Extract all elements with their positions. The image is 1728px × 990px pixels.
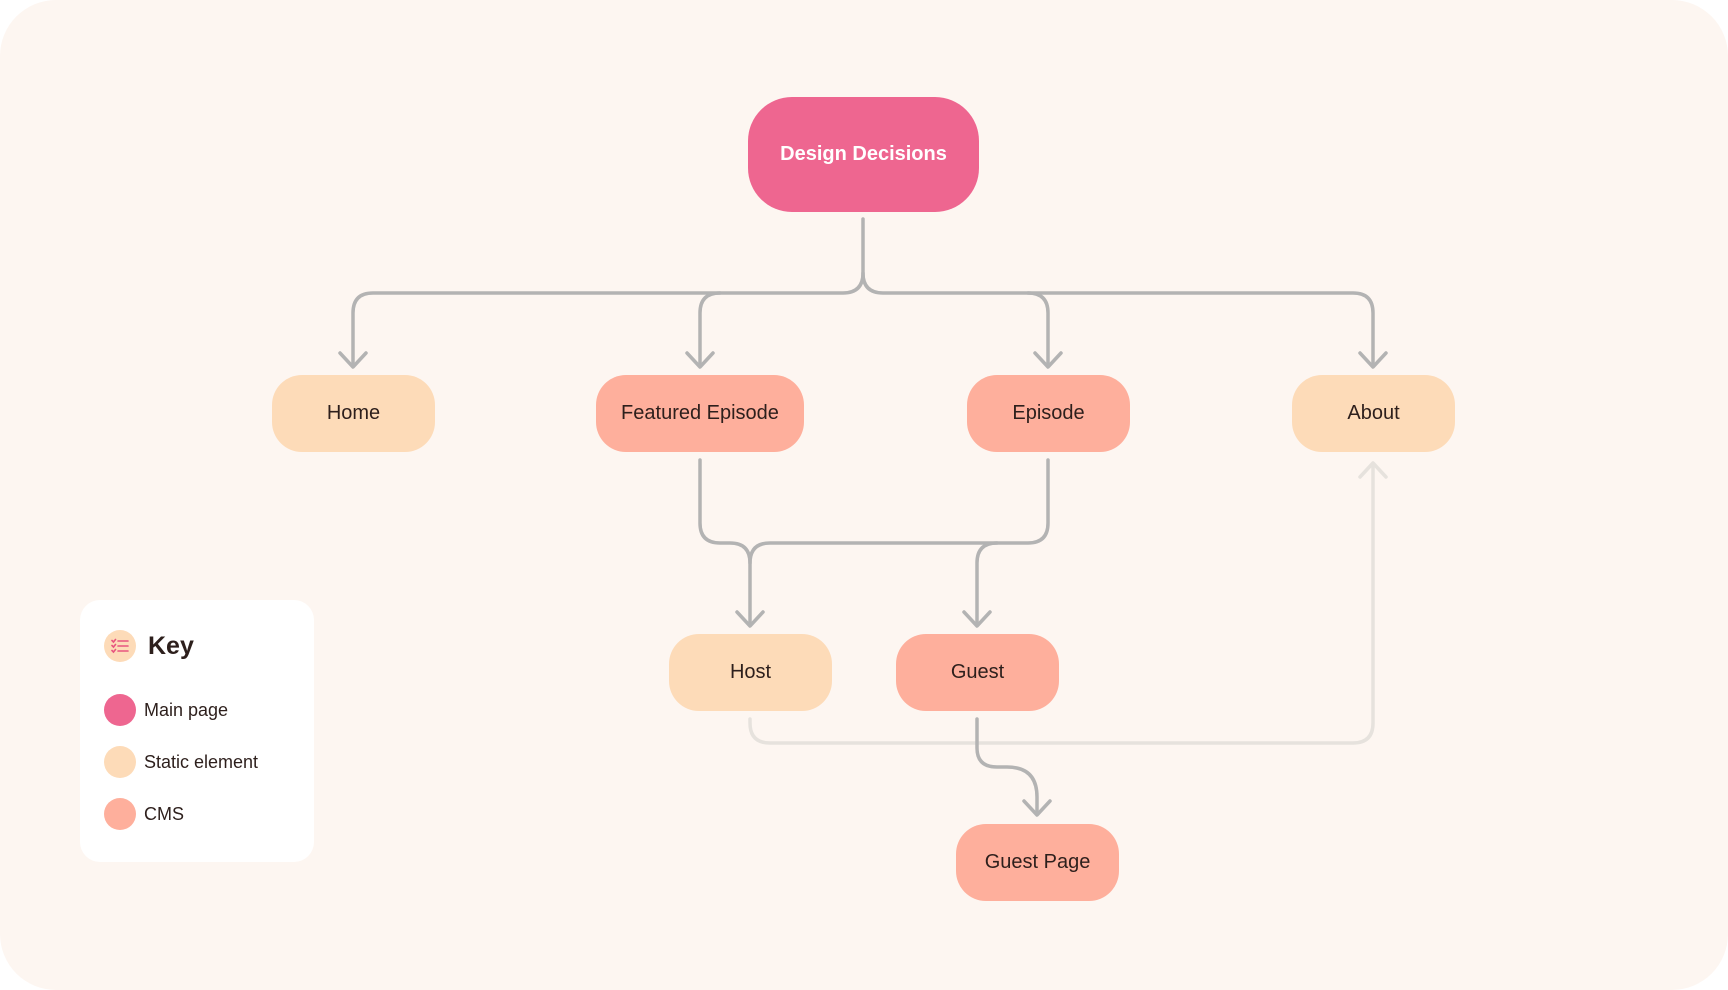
- node-episode[interactable]: Episode: [967, 375, 1130, 452]
- node-label: Guest: [950, 661, 1005, 683]
- legend-label: Static element: [144, 751, 259, 772]
- node-home[interactable]: Home: [272, 375, 435, 452]
- legend-title: Key: [148, 631, 194, 660]
- node-label: Host: [729, 661, 772, 683]
- checklist-icon: [104, 630, 136, 662]
- legend-card: Key Main page Static element CMS: [80, 600, 314, 862]
- node-label: Featured Episode: [621, 402, 779, 424]
- node-label: Guest Page: [984, 851, 1091, 873]
- connector-root-right: [861, 271, 1375, 368]
- node-featured-episode[interactable]: Featured Episode: [596, 375, 804, 452]
- connector-guest-to-guest-page: [975, 717, 1039, 816]
- main-page-swatch: [104, 694, 136, 726]
- legend-header: Key: [104, 630, 194, 662]
- legend-item-cms: CMS: [104, 798, 184, 830]
- node-label: Episode: [1012, 402, 1085, 424]
- node-design-decisions[interactable]: Design Decisions: [748, 97, 979, 212]
- legend-item-main-page: Main page: [104, 694, 228, 726]
- connector-featured-to-host: [698, 458, 752, 627]
- node-guest[interactable]: Guest: [896, 634, 1059, 711]
- diagram-canvas: Design Decisions Home Featured Episode E…: [0, 0, 1728, 990]
- node-guest-page[interactable]: Guest Page: [956, 824, 1119, 901]
- node-label: Home: [326, 402, 381, 424]
- node-host[interactable]: Host: [669, 634, 832, 711]
- legend-label: CMS: [144, 803, 184, 824]
- legend-label: Main page: [144, 699, 229, 720]
- node-about[interactable]: About: [1292, 375, 1455, 452]
- connector-host-to-about: [748, 462, 1375, 745]
- static-element-swatch: [104, 746, 136, 778]
- node-label: About: [1347, 402, 1400, 424]
- legend-item-static-element: Static element: [104, 746, 258, 778]
- node-label: Design Decisions: [780, 143, 947, 165]
- cms-swatch: [104, 798, 136, 830]
- connector-episode-to-bus: [748, 458, 1050, 565]
- connector-root-trunk: [351, 217, 865, 368]
